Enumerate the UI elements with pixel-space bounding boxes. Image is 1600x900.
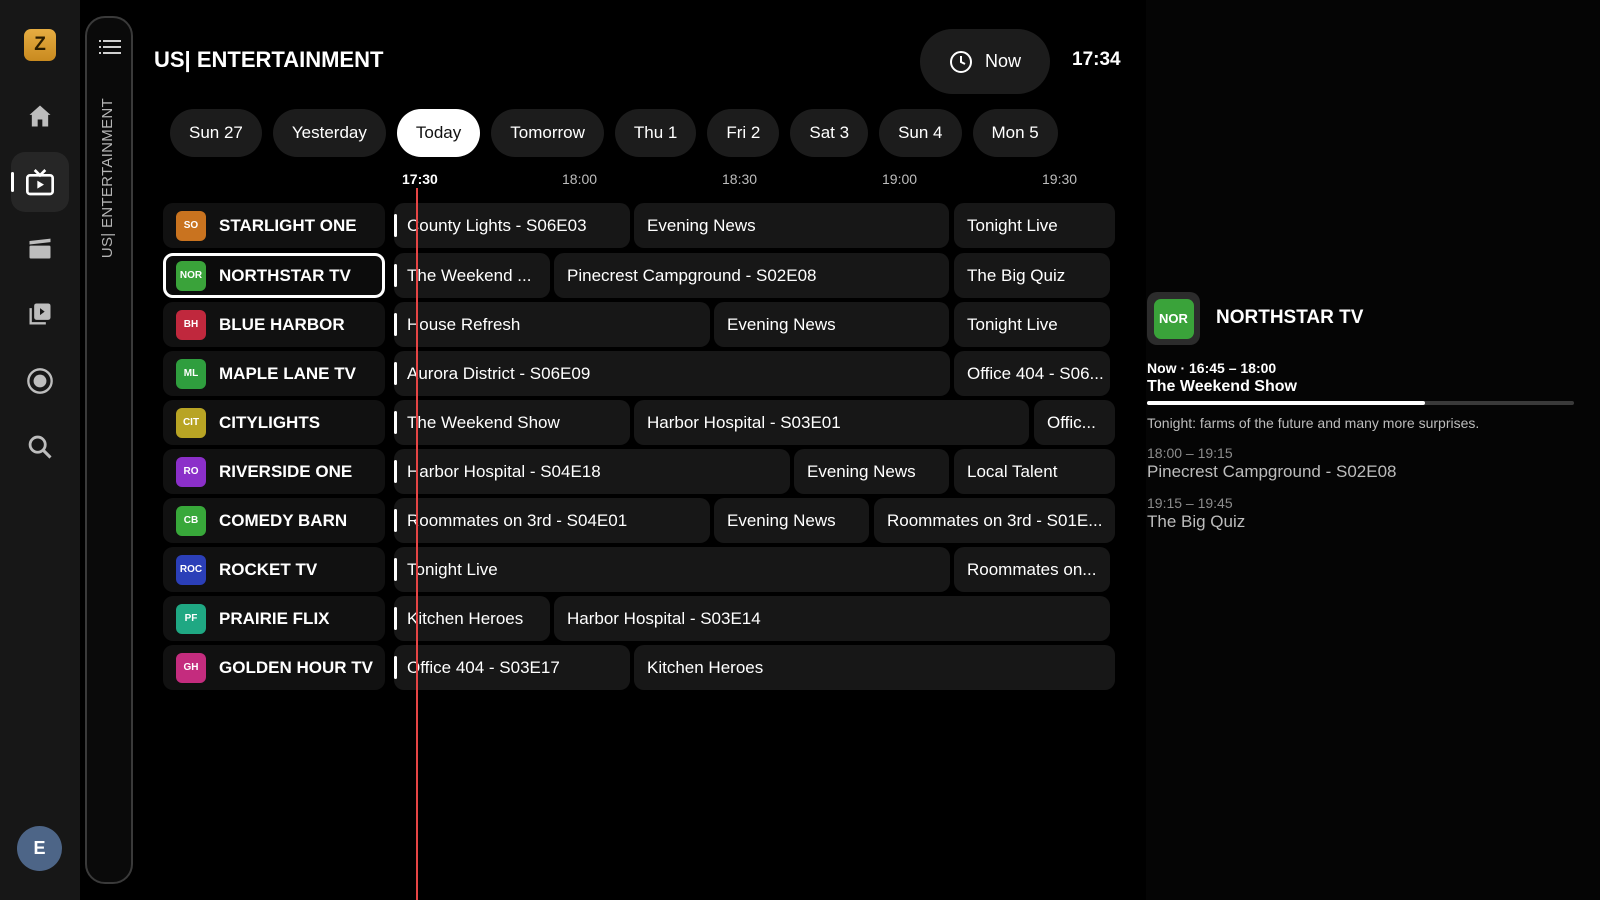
channel-row[interactable]: BH BLUE HARBOR: [163, 302, 385, 347]
program-cell[interactable]: Roommates on 3rd - S01E...: [874, 498, 1115, 543]
program-cell[interactable]: Roommates on...: [954, 547, 1110, 592]
channel-name: PRAIRIE FLIX: [219, 608, 330, 628]
date-tab[interactable]: Sun 4: [879, 109, 962, 157]
channel-logo: PF: [176, 603, 206, 634]
channel-name: CITYLIGHTS: [219, 412, 321, 432]
program-cell[interactable]: Offic...: [1034, 400, 1115, 445]
record-icon[interactable]: [11, 351, 69, 411]
program-cell[interactable]: Evening News: [634, 203, 949, 248]
nav-rail: Z E: [0, 0, 80, 900]
channel-name: COMEDY BARN: [219, 510, 348, 530]
channel-logo: ML: [176, 358, 206, 389]
channel-row[interactable]: ML MAPLE LANE TV: [163, 351, 385, 396]
program-cell[interactable]: Office 404 - S06...: [954, 351, 1110, 396]
menu-icon[interactable]: [99, 38, 121, 61]
date-tab[interactable]: Thu 1: [614, 109, 697, 157]
current-time-indicator: [416, 188, 418, 900]
category-vertical-label: US| ENTERTAINMENT: [99, 98, 116, 259]
program-cell[interactable]: Roommates on 3rd - S04E01: [394, 498, 710, 543]
channel-row[interactable]: ROC ROCKET TV: [163, 547, 385, 592]
program-cell[interactable]: Aurora District - S06E09: [394, 351, 950, 396]
date-tab[interactable]: Yesterday: [272, 109, 386, 157]
channel-name: MAPLE LANE TV: [219, 363, 356, 383]
program-cell[interactable]: Tonight Live: [954, 302, 1110, 347]
panel-upcoming-time: 19:15 – 19:45: [1147, 495, 1233, 511]
panel-channel-name: NORTHSTAR TV: [1216, 307, 1364, 328]
panel-upcoming-title: Pinecrest Campground - S02E08: [1147, 462, 1397, 481]
channel-row[interactable]: RO RIVERSIDE ONE: [163, 449, 385, 494]
panel-progress-fill: [1147, 401, 1425, 405]
program-cell[interactable]: County Lights - S06E03: [394, 203, 630, 248]
date-tabs: Sun 27 Yesterday Today Tomorrow Thu 1 Fr…: [170, 109, 1058, 157]
channel-name: RIVERSIDE ONE: [219, 461, 353, 481]
channel-row[interactable]: GH GOLDEN HOUR TV: [163, 645, 385, 690]
channel-logo: RO: [176, 456, 206, 487]
program-cell[interactable]: The Weekend Show: [394, 400, 630, 445]
program-cell[interactable]: Harbor Hospital - S04E18: [394, 449, 790, 494]
timeline-label: 19:00: [882, 171, 918, 187]
program-cell[interactable]: House Refresh: [394, 302, 710, 347]
panel-upcoming-time: 18:00 – 19:15: [1147, 445, 1233, 461]
channel-logo: CIT: [176, 407, 206, 438]
channel-logo: SO: [176, 210, 206, 241]
program-cell[interactable]: Office 404 - S03E17: [394, 645, 630, 690]
channel-logo: NOR: [176, 260, 206, 291]
live-tv-icon[interactable]: [11, 152, 69, 212]
search-icon[interactable]: [11, 417, 69, 477]
date-tab-selected[interactable]: Today: [396, 109, 481, 157]
home-icon[interactable]: [11, 86, 69, 146]
now-button-label: Now: [984, 51, 1021, 71]
panel-channel-logo: NOR: [1147, 292, 1200, 345]
clock-icon: [949, 50, 972, 73]
app-logo[interactable]: Z: [24, 29, 56, 61]
program-cell[interactable]: Harbor Hospital - S03E14: [554, 596, 1110, 641]
channel-name: STARLIGHT ONE: [219, 215, 357, 235]
panel-upcoming-title: The Big Quiz: [1147, 512, 1246, 531]
panel-now-time: Now · 16:45 – 18:00: [1147, 360, 1277, 376]
program-cell[interactable]: Tonight Live: [954, 203, 1115, 248]
timeline-label: 18:30: [722, 171, 758, 187]
channel-logo: CB: [176, 505, 206, 536]
timeline-label: 19:30: [1042, 171, 1078, 187]
program-cell[interactable]: Evening News: [794, 449, 949, 494]
panel-now-title: The Weekend Show: [1147, 378, 1297, 395]
program-cell[interactable]: Tonight Live: [394, 547, 950, 592]
category-selector[interactable]: US| ENTERTAINMENT: [85, 16, 133, 884]
timeline-label: 17:30: [402, 171, 438, 187]
user-avatar[interactable]: E: [17, 826, 62, 871]
panel-channel-abbr: NOR: [1153, 298, 1194, 339]
movies-icon[interactable]: [11, 218, 69, 278]
program-cell[interactable]: Evening News: [714, 302, 949, 347]
panel-description: Tonight: farms of the future and many mo…: [1147, 415, 1480, 431]
now-button[interactable]: Now: [920, 29, 1050, 94]
channel-logo: GH: [176, 652, 206, 683]
series-icon[interactable]: [11, 284, 69, 344]
date-tab[interactable]: Fri 2: [707, 109, 780, 157]
channel-row[interactable]: SO STARLIGHT ONE: [163, 203, 385, 248]
channel-row[interactable]: CB COMEDY BARN: [163, 498, 385, 543]
panel-progress-bar: [1147, 401, 1574, 405]
date-tab[interactable]: Sat 3: [790, 109, 869, 157]
page-title: US| ENTERTAINMENT: [154, 47, 384, 72]
date-tab[interactable]: Mon 5: [972, 109, 1058, 157]
channel-row[interactable]: PF PRAIRIE FLIX: [163, 596, 385, 641]
current-time: 17:34: [1072, 49, 1121, 70]
timeline-label: 18:00: [562, 171, 598, 187]
date-tab[interactable]: Sun 27: [170, 109, 262, 157]
channel-logo: BH: [176, 309, 206, 340]
channel-row-selected[interactable]: NOR NORTHSTAR TV: [163, 253, 385, 298]
channel-row[interactable]: CIT CITYLIGHTS: [163, 400, 385, 445]
program-cell[interactable]: The Big Quiz: [954, 253, 1110, 298]
program-cell[interactable]: Kitchen Heroes: [634, 645, 1115, 690]
channel-name: GOLDEN HOUR TV: [219, 657, 373, 677]
program-cell[interactable]: Harbor Hospital - S03E01: [634, 400, 1029, 445]
date-tab[interactable]: Tomorrow: [491, 109, 604, 157]
channel-name: ROCKET TV: [219, 559, 318, 579]
channel-logo: ROC: [176, 554, 206, 585]
program-cell[interactable]: Evening News: [714, 498, 869, 543]
channel-name: NORTHSTAR TV: [219, 265, 351, 285]
channel-name: BLUE HARBOR: [219, 314, 345, 334]
program-cell[interactable]: Local Talent: [954, 449, 1115, 494]
program-cell[interactable]: Pinecrest Campground - S02E08: [554, 253, 949, 298]
